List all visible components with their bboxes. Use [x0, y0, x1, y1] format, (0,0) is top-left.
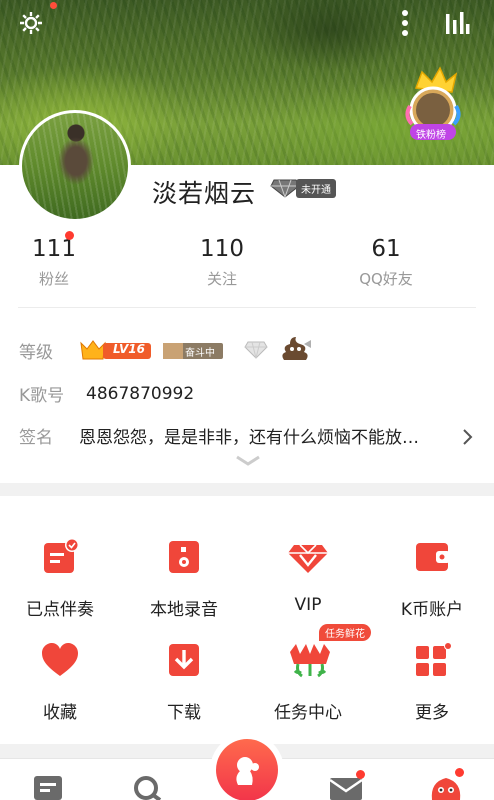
qq-friends-label: QQ好友	[359, 270, 413, 288]
grid-item-vip[interactable]: VIP	[253, 537, 363, 615]
fans-count: 111	[32, 236, 76, 262]
grid-label: 更多	[415, 703, 449, 723]
sing-button[interactable]	[210, 733, 284, 800]
kid-label: K歌号	[19, 386, 65, 406]
rank-box-icon	[163, 343, 183, 359]
following-label: 关注	[206, 270, 237, 288]
more-vertical-icon[interactable]	[390, 8, 420, 38]
kid-value: 4867870992	[86, 383, 195, 404]
grid-label: 已点伴奏	[26, 600, 94, 620]
notification-dot	[50, 2, 57, 9]
level-label: 等级	[19, 343, 53, 363]
grid-item-download[interactable]: 下载	[129, 640, 239, 723]
chevron-down-icon[interactable]	[235, 455, 261, 467]
stat-fans[interactable]: 111 粉丝	[0, 236, 114, 289]
grid-item-more[interactable]: 更多	[377, 640, 487, 723]
vip-diamond-icon	[288, 544, 328, 573]
grid-item-accompaniment[interactable]: 已点伴奏	[5, 537, 115, 620]
download-icon	[169, 644, 199, 676]
feed-icon[interactable]	[33, 775, 63, 800]
message-icon[interactable]	[328, 776, 364, 800]
flower-icon	[290, 644, 330, 678]
grid-item-local-recording[interactable]: 本地录音	[129, 537, 239, 620]
microphone-icon	[236, 757, 259, 785]
username: 淡若烟云	[152, 179, 257, 208]
message-notification-dot	[356, 770, 365, 779]
avatar[interactable]	[19, 110, 131, 222]
grid-label: 下载	[167, 703, 201, 723]
local-recording-icon	[169, 541, 199, 573]
heart-icon	[42, 643, 78, 676]
accompaniment-icon	[44, 538, 79, 573]
qq-friends-count: 61	[371, 236, 401, 262]
rank-badge[interactable]: 奋斗中	[163, 343, 223, 359]
profile-notification-dot	[455, 768, 464, 777]
stat-following[interactable]: 110 关注	[162, 236, 282, 289]
following-count: 110	[200, 236, 244, 262]
fans-rank-label: 铁粉榜	[416, 130, 446, 141]
vip-status-badge[interactable]: 未开通	[270, 178, 336, 198]
level-badge[interactable]: LV16	[79, 339, 153, 361]
fans-rank-badge[interactable]: 铁粉榜	[402, 66, 464, 142]
level-row[interactable]: 等级	[19, 338, 79, 363]
level-badge-text: LV16	[113, 342, 145, 356]
signature-label: 签名	[19, 428, 53, 448]
fans-label: 粉丝	[38, 270, 69, 288]
poop-icon[interactable]	[278, 334, 314, 362]
rank-badge-text: 奋斗中	[185, 347, 215, 359]
grid-label: 任务中心	[274, 703, 342, 723]
gear-icon[interactable]	[16, 8, 46, 38]
signature-row[interactable]: 签名 恩恩怨怨，是是非非，还有什么烦恼不能放…	[19, 423, 419, 448]
stats-icon[interactable]	[442, 8, 472, 38]
stat-qq-friends[interactable]: 61 QQ好友	[326, 236, 446, 289]
section-separator	[0, 483, 494, 496]
signature-value: 恩恩怨怨，是是非非，还有什么烦恼不能放…	[79, 428, 419, 448]
grid-item-task-center[interactable]: 任务中心	[253, 640, 363, 723]
kid-row: K歌号 4867870992	[19, 381, 195, 407]
grid-item-favorites[interactable]: 收藏	[5, 640, 115, 723]
grid-label: K币账户	[400, 600, 464, 620]
grid-label: 本地录音	[150, 600, 218, 620]
vip-status-text: 未开通	[296, 178, 336, 198]
diamond-icon[interactable]	[244, 340, 268, 360]
wallet-icon	[416, 543, 450, 571]
task-flower-tag: 任务鲜花	[319, 624, 371, 641]
grid-item-wallet[interactable]: K币账户	[377, 537, 487, 620]
grid-label: 收藏	[43, 703, 77, 723]
grid-label: VIP	[294, 595, 322, 615]
divider	[18, 307, 476, 308]
more-grid-icon	[416, 642, 452, 676]
discover-icon[interactable]	[133, 775, 163, 800]
fans-notification-dot	[65, 231, 74, 240]
chevron-right-icon[interactable]	[462, 428, 474, 446]
